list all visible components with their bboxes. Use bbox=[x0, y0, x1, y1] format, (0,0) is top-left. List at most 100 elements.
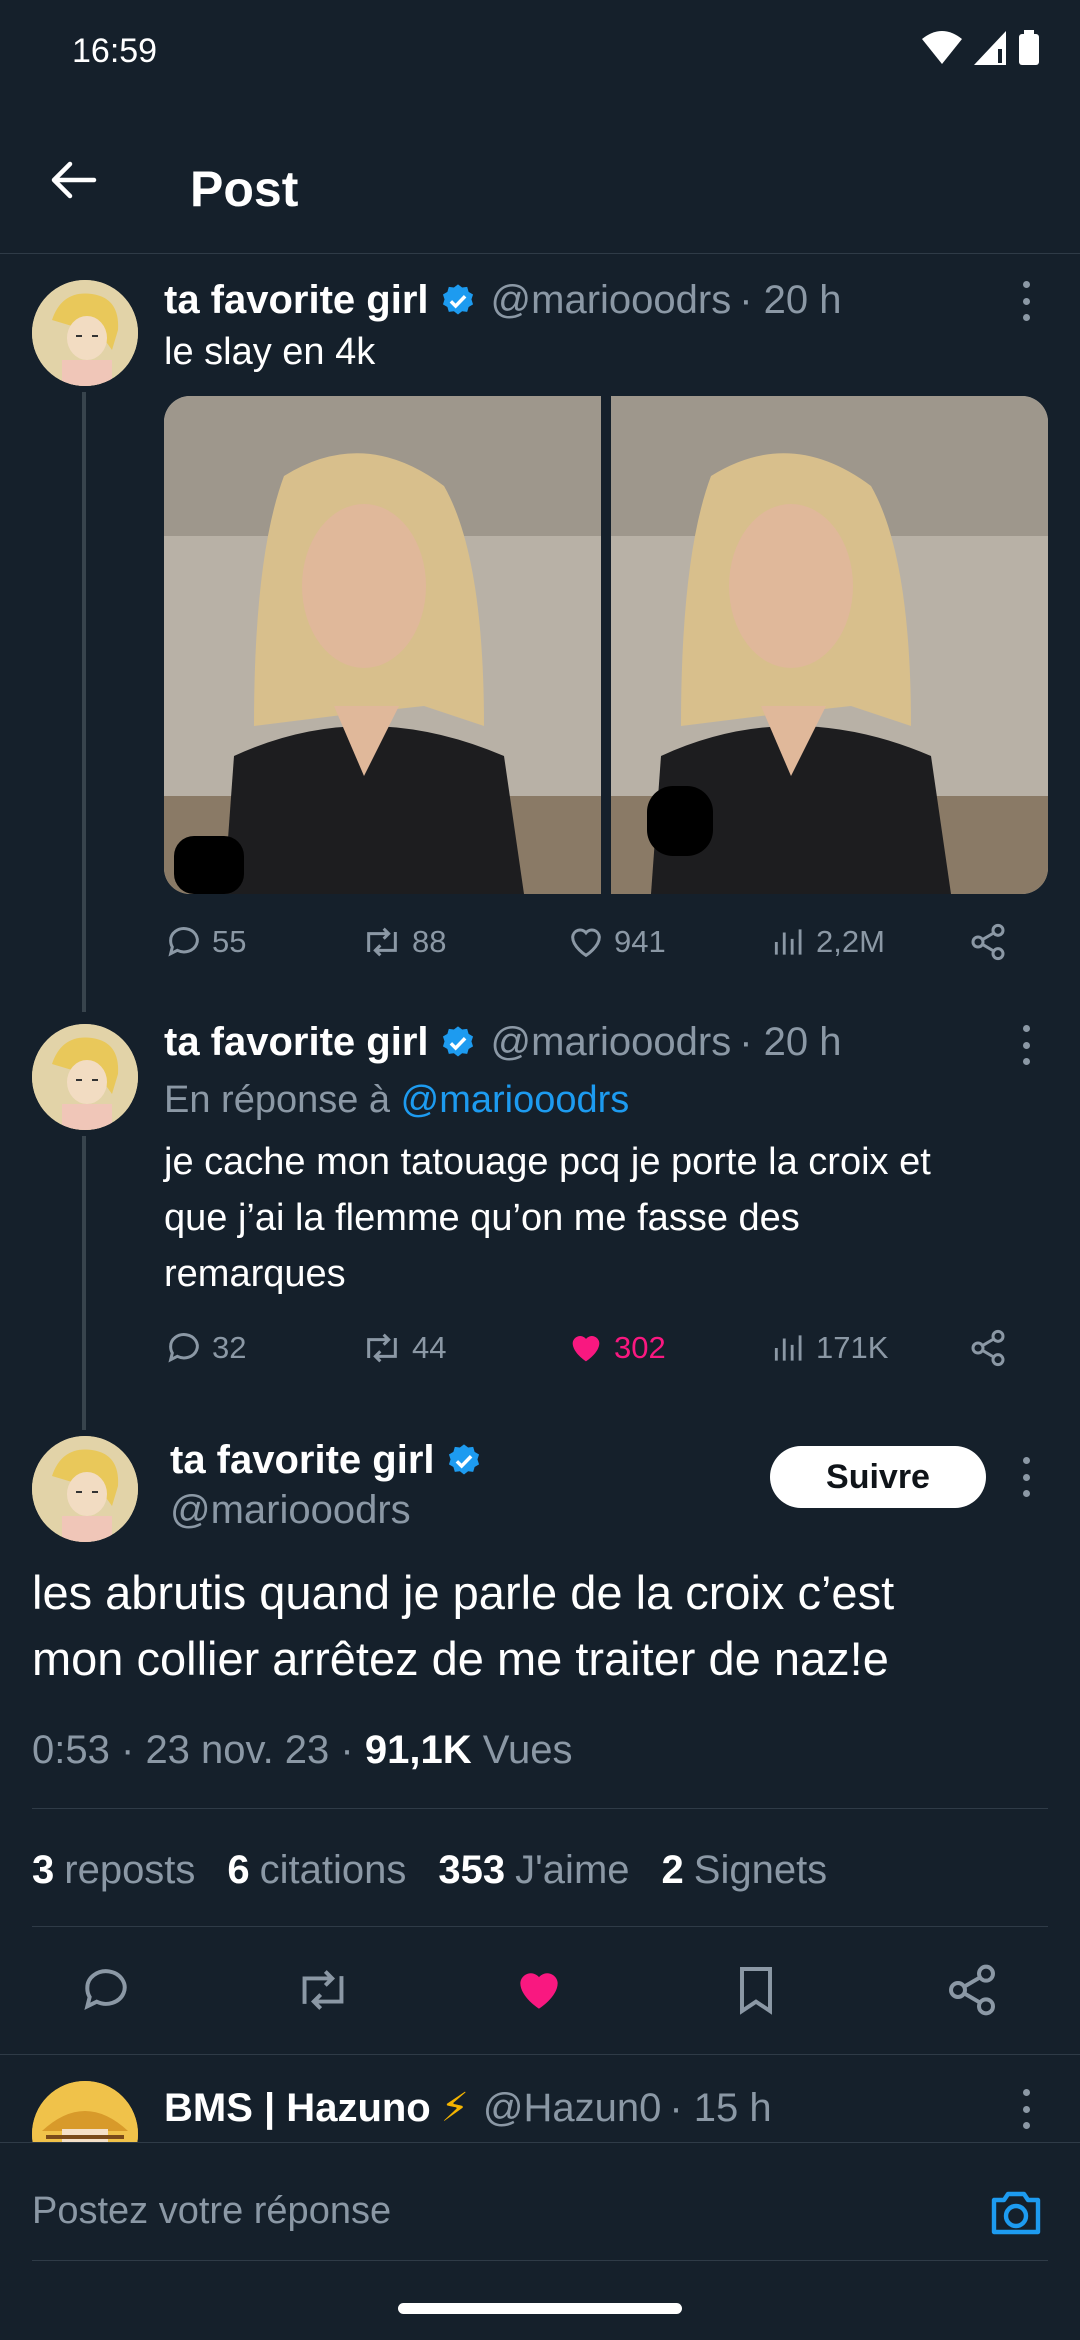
divider bbox=[32, 2260, 1048, 2261]
heart-filled-icon bbox=[572, 1336, 600, 1362]
bookmark-icon[interactable] bbox=[728, 1962, 784, 2018]
reply-count: 32 bbox=[212, 1330, 247, 1365]
arrow-left-icon bbox=[51, 161, 97, 199]
bar-chart-icon bbox=[774, 1335, 802, 1361]
main-tweet-text: les abrutis quand je parle de la croix c… bbox=[32, 1560, 1048, 1692]
avatar[interactable] bbox=[32, 2081, 138, 2143]
tweet-actions: 55 88 941 2,2M bbox=[164, 922, 1048, 962]
media-grid[interactable] bbox=[164, 396, 1048, 894]
author-name[interactable]: BMS | Hazuno bbox=[164, 2086, 431, 2131]
tweet-date: 23 nov. 23 bbox=[145, 1728, 330, 1772]
like-count: 302 bbox=[614, 1330, 666, 1365]
tweet-text: le slay en 4k bbox=[164, 331, 376, 373]
quotes-count[interactable]: 6 bbox=[227, 1848, 249, 1893]
views-label: Vues bbox=[482, 1728, 573, 1772]
more-options-icon[interactable] bbox=[1018, 2089, 1034, 2129]
more-options-icon[interactable] bbox=[1018, 1025, 1034, 1065]
reply-icon[interactable] bbox=[78, 1962, 134, 2018]
author-handle[interactable]: @mariooodrs bbox=[491, 278, 732, 323]
share-icon bbox=[971, 1329, 1005, 1367]
bookmarks-label[interactable]: Signets bbox=[694, 1848, 827, 1893]
tweet-time: 0:53 bbox=[32, 1728, 110, 1772]
like-button[interactable]: 302 bbox=[566, 1328, 770, 1368]
share-button[interactable] bbox=[968, 1328, 1008, 1368]
avatar-image bbox=[32, 2081, 138, 2143]
verified-badge-icon bbox=[442, 283, 473, 314]
reply-context-link[interactable]: @mariooodrs bbox=[401, 1079, 630, 1121]
more-options-icon[interactable] bbox=[1018, 281, 1034, 321]
back-button[interactable] bbox=[44, 150, 104, 210]
photo[interactable] bbox=[164, 396, 601, 894]
heart-icon bbox=[571, 928, 601, 958]
battery-icon bbox=[1019, 30, 1039, 65]
bookmarks-count[interactable]: 2 bbox=[662, 1848, 684, 1893]
divider bbox=[32, 1808, 1048, 1809]
next-reply[interactable]: BMS | Hazuno ⚡ @Hazun0 · 15 h bbox=[0, 2055, 1080, 2143]
wifi-icon bbox=[922, 31, 962, 64]
avatar[interactable] bbox=[32, 1436, 138, 1542]
tweet-text: je cache mon tatouage pcq je porte la cr… bbox=[164, 1134, 1044, 1302]
home-indicator bbox=[398, 2303, 682, 2314]
separator: · bbox=[120, 1728, 135, 1772]
main-tweet-author: ta favorite girl bbox=[170, 1438, 483, 1483]
repost-count: 44 bbox=[412, 1330, 447, 1365]
like-button[interactable]: 941 bbox=[566, 922, 770, 962]
author-name[interactable]: ta favorite girl bbox=[164, 1020, 429, 1065]
reposts-label[interactable]: reposts bbox=[64, 1848, 195, 1893]
reply-icon bbox=[168, 1333, 199, 1363]
author-handle[interactable]: @Hazun0 bbox=[483, 2086, 661, 2131]
photo-image bbox=[164, 396, 601, 894]
main-tweet-actions bbox=[0, 1962, 1080, 2022]
tweet-header: ta favorite girl @mariooodrs · 20 h bbox=[164, 278, 842, 323]
repost-icon bbox=[367, 1333, 397, 1363]
repost-count: 88 bbox=[412, 924, 447, 959]
views-button[interactable]: 171K bbox=[770, 1328, 968, 1368]
thread-connector bbox=[82, 392, 86, 1012]
tweet-text-line: remarques bbox=[164, 1253, 346, 1295]
avatar-image bbox=[32, 1024, 138, 1130]
reply-context-prefix: En réponse à bbox=[164, 1079, 391, 1121]
engagement-stats: 3 reposts 6 citations 353 J'aime 2 Signets bbox=[32, 1848, 859, 1893]
repost-button[interactable]: 88 bbox=[360, 922, 566, 962]
views-count: 2,2M bbox=[816, 924, 885, 959]
share-button[interactable] bbox=[968, 922, 1008, 962]
camera-icon[interactable] bbox=[988, 2186, 1044, 2238]
share-icon[interactable] bbox=[944, 1962, 1000, 2018]
likes-count[interactable]: 353 bbox=[438, 1848, 505, 1893]
photo-image bbox=[611, 396, 1048, 894]
top-app-bar bbox=[0, 120, 1080, 254]
reply-button[interactable]: 55 bbox=[164, 922, 360, 962]
reply-button[interactable]: 32 bbox=[164, 1328, 360, 1368]
separator: · bbox=[340, 1728, 354, 1772]
avatar[interactable] bbox=[32, 280, 138, 386]
reposts-count[interactable]: 3 bbox=[32, 1848, 54, 1893]
tweet-header: ta favorite girl @mariooodrs · 20 h bbox=[164, 1020, 842, 1065]
tweet-text-line: je cache mon tatouage pcq je porte la cr… bbox=[164, 1141, 931, 1183]
more-options-icon[interactable] bbox=[1018, 1457, 1034, 1497]
follow-button[interactable]: Suivre bbox=[770, 1446, 986, 1508]
bar-chart-icon bbox=[774, 929, 802, 955]
views-count: 171K bbox=[816, 1330, 889, 1365]
author-name[interactable]: ta favorite girl bbox=[164, 278, 429, 323]
author-handle[interactable]: @mariooodrs bbox=[170, 1488, 411, 1533]
avatar[interactable] bbox=[32, 1024, 138, 1130]
repost-icon[interactable] bbox=[293, 1962, 353, 2018]
main-tweet-text-line: mon collier arrêtez de me traiter de naz… bbox=[32, 1632, 889, 1685]
repost-icon bbox=[367, 927, 397, 957]
avatar-image bbox=[32, 280, 138, 386]
reply-input[interactable]: Postez votre réponse bbox=[32, 2190, 391, 2233]
photo[interactable] bbox=[611, 396, 1048, 894]
heart-filled-icon[interactable] bbox=[511, 1962, 567, 2018]
tweet-time: · 20 h bbox=[739, 278, 842, 322]
author-handle[interactable]: @mariooodrs bbox=[491, 1020, 732, 1065]
tweet-header: BMS | Hazuno ⚡ @Hazun0 · 15 h bbox=[164, 2085, 772, 2131]
reply-count: 55 bbox=[212, 924, 247, 959]
quotes-label[interactable]: citations bbox=[260, 1848, 407, 1893]
cellular-signal-icon bbox=[974, 31, 1006, 65]
tweet-time: · 20 h bbox=[739, 1020, 842, 1064]
author-name[interactable]: ta favorite girl bbox=[170, 1438, 435, 1483]
likes-label[interactable]: J'aime bbox=[515, 1848, 629, 1893]
main-tweet-text-line: les abrutis quand je parle de la croix c… bbox=[32, 1566, 895, 1619]
views-button[interactable]: 2,2M bbox=[770, 922, 968, 962]
repost-button[interactable]: 44 bbox=[360, 1328, 566, 1368]
